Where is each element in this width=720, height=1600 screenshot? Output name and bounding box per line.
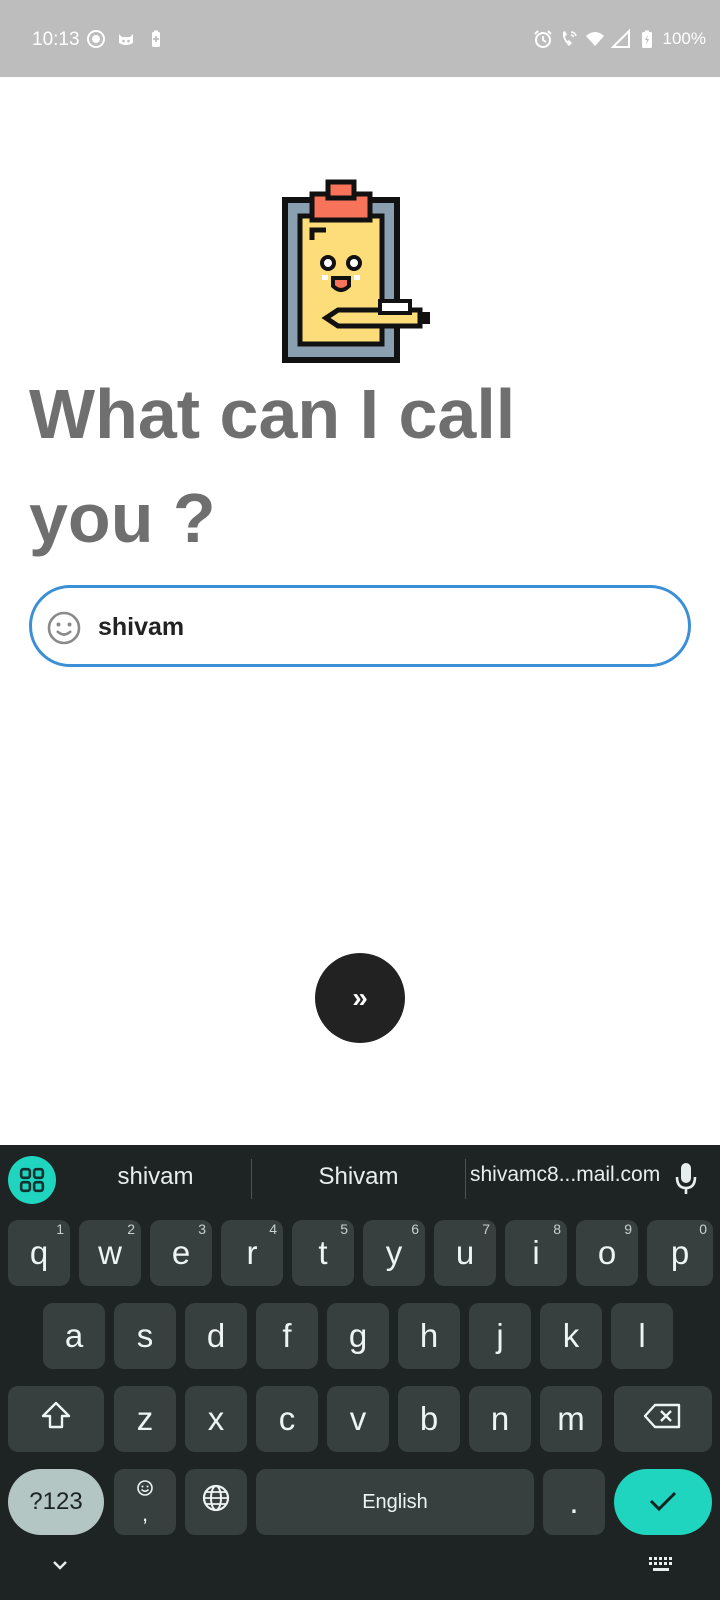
shift-icon xyxy=(40,1399,72,1439)
done-button[interactable] xyxy=(614,1469,712,1535)
symbols-key[interactable]: ?123 xyxy=(8,1469,104,1535)
page-title: What can I call you ? xyxy=(29,375,516,557)
key-e[interactable]: e3 xyxy=(150,1220,212,1286)
cat-icon xyxy=(116,29,136,49)
keyboard-switch-icon[interactable] xyxy=(648,1555,674,1575)
key-a[interactable]: a xyxy=(43,1303,105,1369)
key-j[interactable]: j xyxy=(469,1303,531,1369)
key-v[interactable]: v xyxy=(327,1386,389,1452)
battery-saver-icon xyxy=(146,29,166,49)
key-z[interactable]: z xyxy=(114,1386,176,1452)
key-x[interactable]: x xyxy=(185,1386,247,1452)
wifi-calling-icon xyxy=(559,29,579,49)
key-f[interactable]: f xyxy=(256,1303,318,1369)
smiley-icon xyxy=(46,610,82,646)
key-p[interactable]: p0 xyxy=(647,1220,713,1286)
backspace-key[interactable] xyxy=(614,1386,712,1452)
signal-icon xyxy=(610,29,631,49)
key-u[interactable]: u7 xyxy=(434,1220,496,1286)
next-button[interactable]: » xyxy=(315,953,405,1043)
key-s[interactable]: s xyxy=(114,1303,176,1369)
screen-record-icon xyxy=(86,29,106,49)
battery-icon xyxy=(637,29,657,49)
status-time: 10:13 xyxy=(32,29,80,50)
key-c[interactable]: c xyxy=(256,1386,318,1452)
key-r[interactable]: r4 xyxy=(221,1220,283,1286)
key-t[interactable]: t5 xyxy=(292,1220,354,1286)
globe-icon xyxy=(201,1483,231,1521)
status-bar: 10:13 100% xyxy=(0,0,720,77)
key-w[interactable]: w2 xyxy=(79,1220,141,1286)
period-key[interactable]: . xyxy=(543,1469,605,1535)
key-n[interactable]: n xyxy=(469,1386,531,1452)
keyboard-apps-button[interactable] xyxy=(8,1156,56,1204)
soft-keyboard: shivam Shivam shivamc8...mail.com q1 w2 … xyxy=(0,1145,720,1600)
key-h[interactable]: h xyxy=(398,1303,460,1369)
backspace-icon xyxy=(643,1400,683,1438)
wifi-icon xyxy=(585,29,605,49)
key-m[interactable]: m xyxy=(540,1386,602,1452)
suggestion-1[interactable]: shivam xyxy=(88,1163,223,1197)
suggestion-2[interactable]: Shivam xyxy=(286,1163,431,1197)
name-input-value[interactable]: shivam xyxy=(98,613,184,642)
suggestion-3[interactable]: shivamc8...mail.com xyxy=(470,1163,660,1197)
hide-keyboard-chevron-icon[interactable] xyxy=(48,1553,72,1577)
key-g[interactable]: g xyxy=(327,1303,389,1369)
alarm-icon xyxy=(533,29,553,49)
emoji-icon xyxy=(136,1478,154,1502)
key-i[interactable]: i8 xyxy=(505,1220,567,1286)
shift-key[interactable] xyxy=(8,1386,104,1452)
key-q[interactable]: q1 xyxy=(8,1220,70,1286)
key-o[interactable]: o9 xyxy=(576,1220,638,1286)
key-y[interactable]: y6 xyxy=(363,1220,425,1286)
language-key[interactable] xyxy=(185,1469,247,1535)
spacebar[interactable]: English xyxy=(256,1469,534,1535)
battery-percentage: 100% xyxy=(662,29,706,48)
clipboard-mascot-illustration xyxy=(280,178,438,366)
name-input-field[interactable]: shivam xyxy=(29,585,691,667)
microphone-icon[interactable] xyxy=(672,1159,700,1199)
double-chevron-right-icon: » xyxy=(352,982,368,1013)
emoji-comma-key[interactable]: , xyxy=(114,1469,176,1535)
key-b[interactable]: b xyxy=(398,1386,460,1452)
key-k[interactable]: k xyxy=(540,1303,602,1369)
key-l[interactable]: l xyxy=(611,1303,673,1369)
checkmark-icon xyxy=(648,1483,678,1521)
key-d[interactable]: d xyxy=(185,1303,247,1369)
